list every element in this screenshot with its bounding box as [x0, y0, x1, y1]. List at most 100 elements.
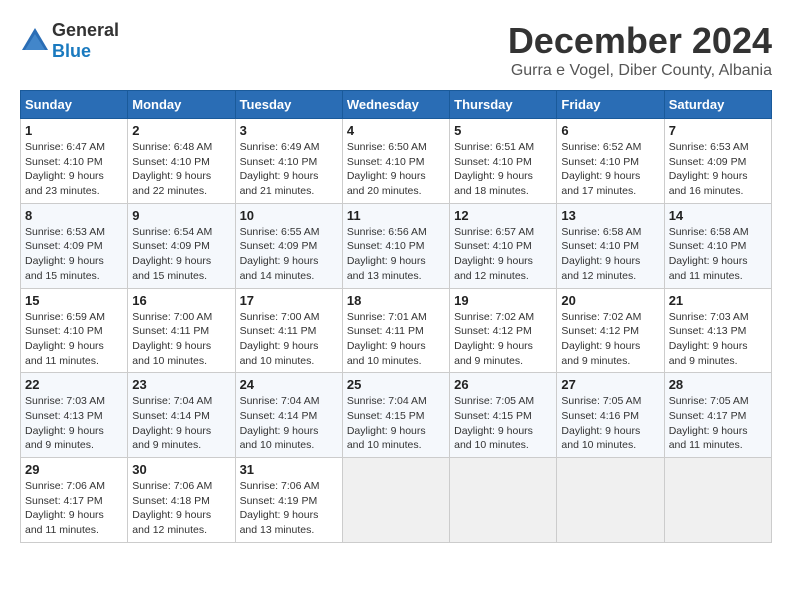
calendar-cell: 4 Sunrise: 6:50 AMSunset: 4:10 PMDaylight… [342, 119, 449, 204]
day-info: Sunrise: 7:06 AMSunset: 4:18 PMDaylight:… [132, 479, 230, 538]
day-info: Sunrise: 7:03 AMSunset: 4:13 PMDaylight:… [669, 310, 767, 369]
title-area: December 2024 Gurra e Vogel, Diber Count… [508, 20, 772, 80]
day-number: 6 [561, 123, 659, 138]
calendar-header-tuesday: Tuesday [235, 91, 342, 119]
day-number: 24 [240, 377, 338, 392]
day-info: Sunrise: 6:53 AMSunset: 4:09 PMDaylight:… [669, 140, 767, 199]
calendar-cell: 11Sunrise: 6:56 AMSunset: 4:10 PMDayligh… [342, 203, 449, 288]
calendar-header-sunday: Sunday [21, 91, 128, 119]
day-info: Sunrise: 7:02 AMSunset: 4:12 PMDaylight:… [561, 310, 659, 369]
calendar-cell: 22 Sunrise: 7:03 AMSunset: 4:13 PMDayligh… [21, 373, 128, 458]
day-info: Sunrise: 6:49 AMSunset: 4:10 PMDaylight:… [240, 140, 338, 199]
day-number: 13 [561, 208, 659, 223]
day-info: Sunrise: 7:05 AMSunset: 4:16 PMDaylight:… [561, 394, 659, 453]
day-number: 18 [347, 293, 445, 308]
calendar-cell: 9 Sunrise: 6:54 AMSunset: 4:09 PMDaylight… [128, 203, 235, 288]
calendar-cell [664, 458, 771, 543]
calendar-cell [342, 458, 449, 543]
day-number: 16 [132, 293, 230, 308]
calendar-cell: 24 Sunrise: 7:04 AMSunset: 4:14 PMDayligh… [235, 373, 342, 458]
day-number: 27 [561, 377, 659, 392]
day-number: 1 [25, 123, 123, 138]
calendar-cell: 1 Sunrise: 6:47 AMSunset: 4:10 PMDaylight… [21, 119, 128, 204]
page-header: General Blue December 2024 Gurra e Vogel… [20, 20, 772, 80]
day-info: Sunrise: 6:56 AMSunset: 4:10 PMDaylight:… [347, 225, 445, 284]
day-info: Sunrise: 6:57 AMSunset: 4:10 PMDaylight:… [454, 225, 552, 284]
calendar-week-row: 29Sunrise: 7:06 AMSunset: 4:17 PMDayligh… [21, 458, 772, 543]
day-info: Sunrise: 6:51 AMSunset: 4:10 PMDaylight:… [454, 140, 552, 199]
day-number: 14 [669, 208, 767, 223]
day-info: Sunrise: 7:03 AMSunset: 4:13 PMDaylight:… [25, 394, 123, 453]
calendar-cell: 23 Sunrise: 7:04 AMSunset: 4:14 PMDayligh… [128, 373, 235, 458]
calendar-cell: 28 Sunrise: 7:05 AMSunset: 4:17 PMDayligh… [664, 373, 771, 458]
calendar-cell: 27 Sunrise: 7:05 AMSunset: 4:16 PMDayligh… [557, 373, 664, 458]
day-info: Sunrise: 6:48 AMSunset: 4:10 PMDaylight:… [132, 140, 230, 199]
calendar-cell: 20 Sunrise: 7:02 AMSunset: 4:12 PMDayligh… [557, 288, 664, 373]
calendar-cell: 17 Sunrise: 7:00 AMSunset: 4:11 PMDayligh… [235, 288, 342, 373]
day-number: 30 [132, 462, 230, 477]
calendar-table: SundayMondayTuesdayWednesdayThursdayFrid… [20, 90, 772, 543]
day-info: Sunrise: 6:55 AMSunset: 4:09 PMDaylight:… [240, 225, 338, 284]
calendar-cell: 14Sunrise: 6:58 AMSunset: 4:10 PMDayligh… [664, 203, 771, 288]
day-number: 5 [454, 123, 552, 138]
day-info: Sunrise: 7:00 AMSunset: 4:11 PMDaylight:… [240, 310, 338, 369]
day-number: 17 [240, 293, 338, 308]
calendar-header-friday: Friday [557, 91, 664, 119]
calendar-header-row: SundayMondayTuesdayWednesdayThursdayFrid… [21, 91, 772, 119]
day-info: Sunrise: 7:01 AMSunset: 4:11 PMDaylight:… [347, 310, 445, 369]
calendar-cell: 15 Sunrise: 6:59 AMSunset: 4:10 PMDayligh… [21, 288, 128, 373]
day-info: Sunrise: 6:53 AMSunset: 4:09 PMDaylight:… [25, 225, 123, 284]
day-info: Sunrise: 6:47 AMSunset: 4:10 PMDaylight:… [25, 140, 123, 199]
day-number: 7 [669, 123, 767, 138]
day-info: Sunrise: 7:00 AMSunset: 4:11 PMDaylight:… [132, 310, 230, 369]
day-info: Sunrise: 6:50 AMSunset: 4:10 PMDaylight:… [347, 140, 445, 199]
day-info: Sunrise: 6:58 AMSunset: 4:10 PMDaylight:… [561, 225, 659, 284]
day-info: Sunrise: 7:04 AMSunset: 4:15 PMDaylight:… [347, 394, 445, 453]
day-number: 12 [454, 208, 552, 223]
calendar-cell: 6 Sunrise: 6:52 AMSunset: 4:10 PMDaylight… [557, 119, 664, 204]
day-info: Sunrise: 6:52 AMSunset: 4:10 PMDaylight:… [561, 140, 659, 199]
calendar-cell: 29Sunrise: 7:06 AMSunset: 4:17 PMDayligh… [21, 458, 128, 543]
logo-text-blue: Blue [52, 41, 91, 61]
day-number: 10 [240, 208, 338, 223]
day-number: 4 [347, 123, 445, 138]
calendar-week-row: 8 Sunrise: 6:53 AMSunset: 4:09 PMDaylight… [21, 203, 772, 288]
day-info: Sunrise: 7:05 AMSunset: 4:15 PMDaylight:… [454, 394, 552, 453]
day-info: Sunrise: 7:06 AMSunset: 4:19 PMDaylight:… [240, 479, 338, 538]
calendar-cell: 7 Sunrise: 6:53 AMSunset: 4:09 PMDaylight… [664, 119, 771, 204]
day-info: Sunrise: 7:04 AMSunset: 4:14 PMDaylight:… [132, 394, 230, 453]
calendar-week-row: 22 Sunrise: 7:03 AMSunset: 4:13 PMDayligh… [21, 373, 772, 458]
calendar-header-wednesday: Wednesday [342, 91, 449, 119]
day-number: 23 [132, 377, 230, 392]
calendar-cell: 13 Sunrise: 6:58 AMSunset: 4:10 PMDayligh… [557, 203, 664, 288]
day-number: 25 [347, 377, 445, 392]
day-number: 15 [25, 293, 123, 308]
day-info: Sunrise: 7:05 AMSunset: 4:17 PMDaylight:… [669, 394, 767, 453]
day-number: 2 [132, 123, 230, 138]
calendar-cell: 19Sunrise: 7:02 AMSunset: 4:12 PMDayligh… [450, 288, 557, 373]
logo-text-general: General [52, 20, 119, 40]
day-number: 21 [669, 293, 767, 308]
calendar-cell: 25 Sunrise: 7:04 AMSunset: 4:15 PMDayligh… [342, 373, 449, 458]
day-info: Sunrise: 7:04 AMSunset: 4:14 PMDaylight:… [240, 394, 338, 453]
day-number: 20 [561, 293, 659, 308]
calendar-cell: 31 Sunrise: 7:06 AMSunset: 4:19 PMDayligh… [235, 458, 342, 543]
calendar-cell: 30 Sunrise: 7:06 AMSunset: 4:18 PMDayligh… [128, 458, 235, 543]
day-number: 8 [25, 208, 123, 223]
day-info: Sunrise: 6:59 AMSunset: 4:10 PMDaylight:… [25, 310, 123, 369]
calendar-cell: 2 Sunrise: 6:48 AMSunset: 4:10 PMDaylight… [128, 119, 235, 204]
month-title: December 2024 [508, 20, 772, 62]
calendar-cell: 10 Sunrise: 6:55 AMSunset: 4:09 PMDayligh… [235, 203, 342, 288]
calendar-cell: 26Sunrise: 7:05 AMSunset: 4:15 PMDayligh… [450, 373, 557, 458]
day-number: 31 [240, 462, 338, 477]
calendar-cell [557, 458, 664, 543]
calendar-cell: 5 Sunrise: 6:51 AMSunset: 4:10 PMDaylight… [450, 119, 557, 204]
day-number: 9 [132, 208, 230, 223]
day-number: 22 [25, 377, 123, 392]
calendar-cell: 3Sunrise: 6:49 AMSunset: 4:10 PMDaylight… [235, 119, 342, 204]
day-info: Sunrise: 6:54 AMSunset: 4:09 PMDaylight:… [132, 225, 230, 284]
day-number: 28 [669, 377, 767, 392]
day-info: Sunrise: 7:06 AMSunset: 4:17 PMDaylight:… [25, 479, 123, 538]
calendar-header-thursday: Thursday [450, 91, 557, 119]
calendar-cell: 12 Sunrise: 6:57 AMSunset: 4:10 PMDayligh… [450, 203, 557, 288]
